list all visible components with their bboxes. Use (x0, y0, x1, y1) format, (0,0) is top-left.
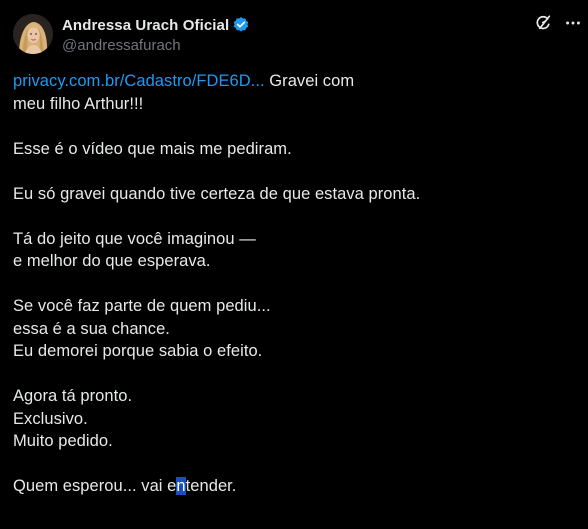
text-line: Muito pedido. (13, 432, 113, 450)
avatar[interactable] (13, 14, 53, 54)
profile-photo-icon (13, 14, 53, 54)
text-line: privacy.com.br/Cadastro/FDE6D... Gravei … (13, 70, 573, 93)
post-link[interactable]: privacy.com.br/Cadastro/FDE6D... (13, 72, 265, 90)
post-text: privacy.com.br/Cadastro/FDE6D... Gravei … (13, 70, 573, 498)
grok-button[interactable] (533, 13, 553, 33)
text-line: Se você faz parte de quem pediu... (13, 297, 271, 315)
display-name[interactable]: Andressa Urach Oficial (62, 17, 229, 34)
post-header: Andressa Urach Oficial @andressafurach (13, 14, 250, 54)
text-segment: Gravei com (264, 72, 355, 90)
verified-badge-icon (232, 16, 250, 34)
text-line: essa é a sua chance. (13, 319, 170, 338)
text-line: meu filho Arthur!!! (13, 94, 144, 113)
text-line: Eu demorei porque sabia o efeito. (13, 342, 263, 360)
more-options-button[interactable] (563, 13, 583, 33)
text-selection: n (176, 477, 186, 495)
text-line: Eu só gravei quando tive certeza de que … (13, 184, 421, 203)
text-line: Exclusivo. (13, 409, 88, 428)
text-line: Quem esperou... vai entender. (13, 475, 573, 498)
author-names: Andressa Urach Oficial @andressafurach (62, 15, 250, 54)
user-handle[interactable]: @andressafurach (62, 37, 250, 54)
post: Andressa Urach Oficial @andressafurach p… (0, 0, 588, 529)
more-options-icon (566, 21, 580, 25)
text-line: Esse é o vídeo que mais me pediram. (13, 139, 292, 158)
text-segment: Quem esperou... vai e (13, 477, 177, 495)
text-line: Tá do jeito que você imaginou — (13, 229, 256, 248)
text-segment: tender. (185, 477, 237, 495)
name-row: Andressa Urach Oficial (62, 15, 250, 35)
text-line: e melhor do que esperava. (13, 252, 211, 270)
grok-icon (536, 15, 551, 30)
text-line: Agora tá pronto. (13, 387, 133, 405)
